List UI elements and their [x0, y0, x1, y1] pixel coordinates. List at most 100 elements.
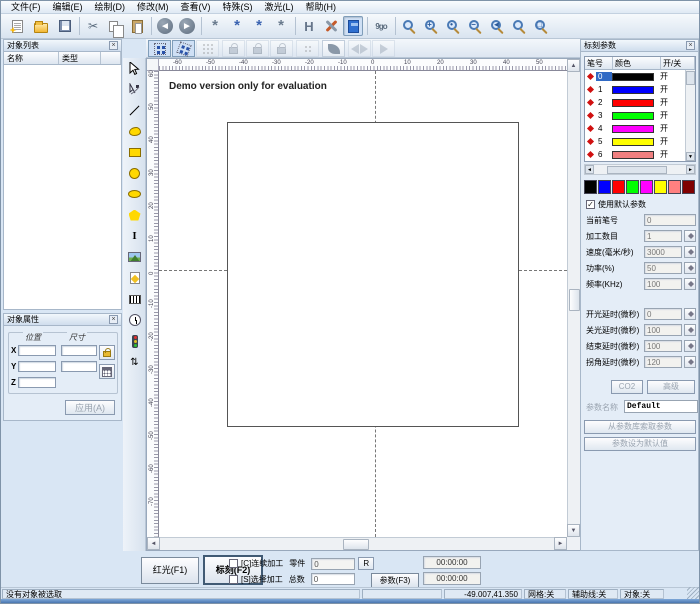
open-icon[interactable]: [31, 16, 51, 36]
hatch-icon[interactable]: H: [299, 16, 319, 36]
new-icon[interactable]: [7, 16, 27, 36]
pen-row[interactable]: 3开: [585, 109, 695, 122]
set-as-default-button[interactable]: 参数设为默认值: [584, 437, 696, 451]
param-f3-button[interactable]: 参数(F3): [371, 573, 419, 588]
combine-icon[interactable]: *: [249, 16, 269, 36]
end-delay-value[interactable]: 100: [644, 340, 682, 352]
rectangle-tool-icon[interactable]: [124, 142, 145, 162]
size-y-field[interactable]: [61, 361, 97, 372]
vector-file-tool-icon[interactable]: [124, 268, 145, 288]
copy-icon[interactable]: [105, 16, 125, 36]
corner-delay-value[interactable]: 120: [644, 356, 682, 368]
cut-icon[interactable]: ✂: [83, 16, 103, 36]
checkbox-checked-icon[interactable]: ✓: [586, 200, 595, 209]
pos-z-field[interactable]: [18, 377, 56, 388]
column-onoff[interactable]: 开/关: [661, 57, 695, 69]
palette-swatch[interactable]: [640, 180, 653, 194]
status-guides[interactable]: 辅助线:关: [568, 589, 618, 599]
pen-row[interactable]: 0开: [585, 70, 695, 83]
select-tool-icon[interactable]: [124, 58, 145, 78]
polygon-tool-icon[interactable]: [124, 205, 145, 225]
column-name[interactable]: 名称: [4, 52, 59, 64]
zoom-all-icon[interactable]: [509, 16, 529, 36]
lock-x-icon[interactable]: [222, 40, 245, 57]
palette-swatch[interactable]: [668, 180, 681, 194]
pen-row[interactable]: 1开: [585, 83, 695, 96]
transform-scale-icon[interactable]: [148, 40, 171, 57]
mirror-icon[interactable]: [322, 40, 345, 57]
zoom-page-icon[interactable]: □: [531, 16, 551, 36]
column-type[interactable]: 类型: [59, 52, 101, 64]
vertical-scrollbar[interactable]: ▲ ▼: [567, 59, 580, 537]
advanced-button[interactable]: 高级: [647, 380, 695, 394]
save-icon[interactable]: [55, 16, 75, 36]
motion-tool-icon[interactable]: ⇅: [124, 352, 145, 372]
system-tools-icon[interactable]: [321, 16, 341, 36]
pen-scroll-thumb[interactable]: [686, 71, 695, 85]
mark-count-value[interactable]: 1: [644, 230, 682, 242]
scroll-left-icon[interactable]: ◄: [585, 165, 594, 174]
resize-grip[interactable]: [687, 587, 699, 599]
laser-off-delay-value[interactable]: 100: [644, 324, 682, 336]
select-process-checkbox[interactable]: [229, 575, 238, 584]
text-tool-icon[interactable]: I: [124, 226, 145, 246]
status-objects[interactable]: 对象:关: [620, 589, 664, 599]
vertical-scroll-thumb[interactable]: [569, 289, 580, 311]
pos-y-field[interactable]: [18, 361, 56, 372]
scroll-down-icon[interactable]: ▼: [567, 524, 580, 537]
scroll-right-icon[interactable]: ►: [686, 165, 695, 174]
drawing-canvas[interactable]: Demo version only for evaluation: [159, 71, 567, 537]
flip-vertical-icon[interactable]: [372, 40, 395, 57]
spinner-icon[interactable]: [684, 230, 696, 242]
flip-horizontal-icon[interactable]: [348, 40, 371, 57]
delay-tool-icon[interactable]: [124, 310, 145, 330]
pen-row[interactable]: 2开: [585, 96, 695, 109]
zoom-move-icon[interactable]: [399, 16, 419, 36]
lock-aspect-icon[interactable]: [99, 345, 115, 360]
scroll-right-icon[interactable]: ►: [554, 537, 567, 550]
curve-tool-icon[interactable]: [124, 121, 145, 141]
transform-rotate-icon[interactable]: [172, 40, 195, 57]
scroll-up-icon[interactable]: ▲: [567, 59, 580, 72]
menu-modify[interactable]: 修改(M): [131, 1, 175, 14]
part-count-field[interactable]: 0: [311, 558, 355, 570]
pen-table-scrollbar[interactable]: ▼: [685, 70, 695, 161]
r-button[interactable]: R: [358, 557, 374, 570]
menu-edit[interactable]: 编辑(E): [47, 1, 89, 14]
pos-x-field[interactable]: [18, 345, 56, 356]
array-copy-icon[interactable]: [196, 40, 219, 57]
menu-special[interactable]: 特殊(S): [217, 1, 259, 14]
palette-swatch[interactable]: [654, 180, 667, 194]
get-from-library-button[interactable]: 从参数库索取参数: [584, 420, 696, 434]
red-light-button[interactable]: 红光(F1): [141, 557, 199, 584]
laser-on-delay-value[interactable]: 0: [644, 308, 682, 320]
io-control-tool-icon[interactable]: [124, 331, 145, 351]
close-icon[interactable]: ×: [109, 41, 118, 50]
palette-swatch[interactable]: [626, 180, 639, 194]
column-pen[interactable]: 笔号: [585, 57, 613, 69]
pen-hscroll-thumb[interactable]: [607, 166, 667, 174]
continuous-checkbox[interactable]: [229, 559, 238, 568]
spinner-icon[interactable]: [684, 356, 696, 368]
status-grid[interactable]: 网格:关: [524, 589, 566, 599]
param-name-value[interactable]: Default: [624, 400, 698, 413]
spinner-icon[interactable]: [684, 278, 696, 290]
object-list-body[interactable]: [4, 65, 121, 309]
zoom-prev-icon[interactable]: ◄: [487, 16, 507, 36]
horizontal-scrollbar[interactable]: ◄ ►: [147, 537, 567, 550]
line-tool-icon[interactable]: [124, 100, 145, 120]
redo-icon[interactable]: ►: [177, 16, 197, 36]
palette-swatch[interactable]: [598, 180, 611, 194]
pen-table-hscrollbar[interactable]: ◄ ►: [584, 164, 696, 175]
co2-button[interactable]: CO2: [611, 380, 643, 394]
uncombine-icon[interactable]: *: [271, 16, 291, 36]
barcode-tool-icon[interactable]: [124, 289, 145, 309]
ungroup-icon[interactable]: *: [227, 16, 247, 36]
frequency-value[interactable]: 100: [644, 278, 682, 290]
work-area-outline[interactable]: [227, 122, 519, 427]
zoom-point-icon[interactable]: •: [443, 16, 463, 36]
spinner-icon[interactable]: [684, 340, 696, 352]
speed-value[interactable]: 3000: [644, 246, 682, 258]
ellipse-tool-icon[interactable]: [124, 184, 145, 204]
menu-view[interactable]: 查看(V): [175, 1, 217, 14]
